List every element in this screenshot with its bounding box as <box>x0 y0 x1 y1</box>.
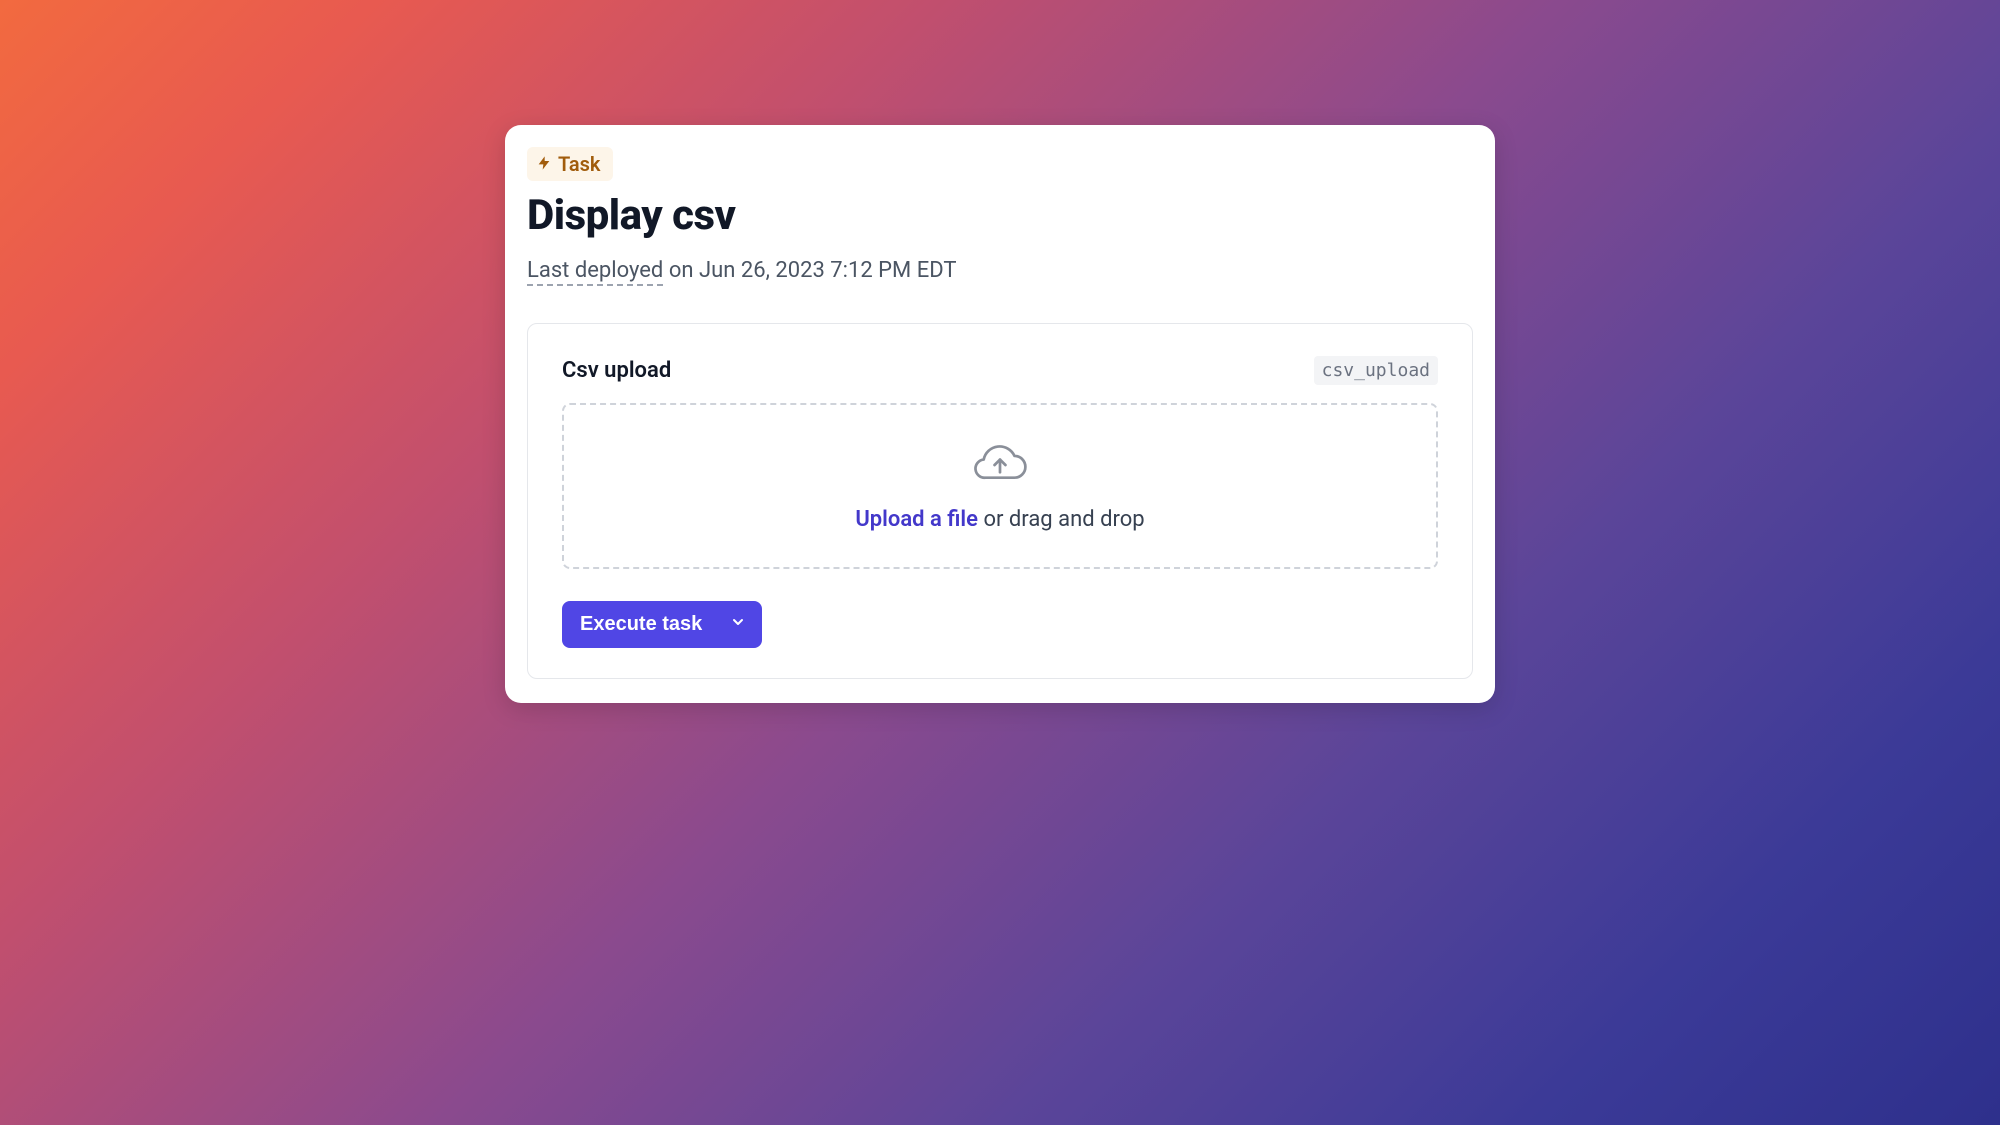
task-badge-label: Task <box>558 152 601 176</box>
last-deployed-link[interactable]: Last deployed <box>527 258 663 286</box>
execute-task-label: Execute task <box>562 601 720 648</box>
deploy-timestamp: Jun 26, 2023 7:12 PM EDT <box>699 258 957 283</box>
upload-file-link[interactable]: Upload a file <box>855 507 978 532</box>
execute-task-button[interactable]: Execute task <box>562 601 762 648</box>
field-header: Csv upload csv_upload <box>562 356 1438 385</box>
dropzone-rest-text: or drag and drop <box>978 507 1145 532</box>
task-badge: Task <box>527 147 613 181</box>
page-title: Display csv <box>527 191 1473 240</box>
deploy-meta: Last deployed on Jun 26, 2023 7:12 PM ED… <box>527 258 1473 283</box>
cloud-upload-icon <box>971 441 1029 493</box>
file-dropzone[interactable]: Upload a file or drag and drop <box>562 403 1438 569</box>
task-card: Task Display csv Last deployed on Jun 26… <box>505 125 1495 703</box>
field-slug: csv_upload <box>1314 356 1438 385</box>
meta-on: on <box>669 258 694 283</box>
bolt-icon <box>536 152 552 176</box>
execute-caret[interactable] <box>720 601 762 648</box>
field-label: Csv upload <box>562 358 671 383</box>
dropzone-text: Upload a file or drag and drop <box>855 507 1144 532</box>
parameters-panel: Csv upload csv_upload Upload a file or d… <box>527 323 1473 679</box>
chevron-down-icon <box>730 613 746 636</box>
